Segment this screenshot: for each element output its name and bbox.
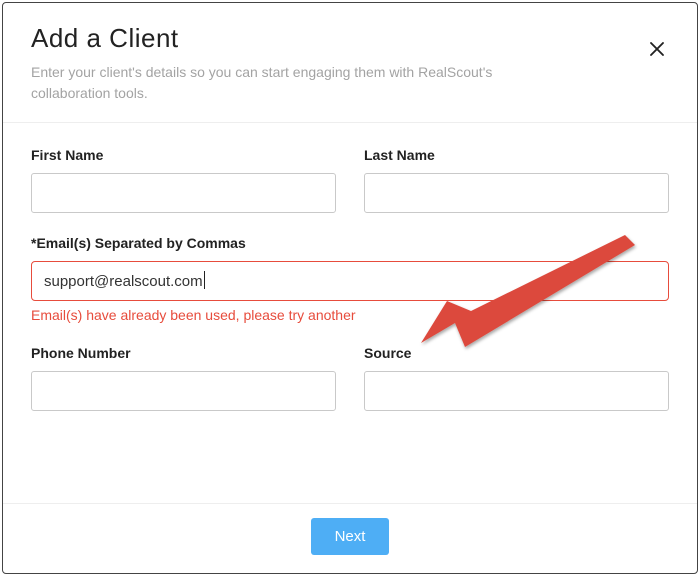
modal-footer: Next	[3, 503, 697, 573]
source-label: Source	[364, 345, 669, 361]
email-input[interactable]: support@realscout.com	[31, 261, 669, 301]
phone-label: Phone Number	[31, 345, 336, 361]
first-name-field: First Name	[31, 147, 336, 213]
email-input-value: support@realscout.com	[44, 273, 203, 290]
last-name-field: Last Name	[364, 147, 669, 213]
close-icon	[648, 40, 666, 58]
source-input[interactable]	[364, 371, 669, 411]
phone-input[interactable]	[31, 371, 336, 411]
email-error-message: Email(s) have already been used, please …	[31, 307, 669, 323]
first-name-label: First Name	[31, 147, 336, 163]
last-name-input[interactable]	[364, 173, 669, 213]
first-name-input[interactable]	[31, 173, 336, 213]
add-client-modal: Add a Client Enter your client's details…	[2, 2, 698, 574]
last-name-label: Last Name	[364, 147, 669, 163]
modal-title: Add a Client	[31, 23, 669, 54]
close-button[interactable]	[645, 37, 669, 61]
modal-header: Add a Client Enter your client's details…	[3, 3, 697, 123]
text-caret	[204, 271, 205, 289]
email-label: *Email(s) Separated by Commas	[31, 235, 669, 251]
source-field: Source	[364, 345, 669, 411]
modal-body: First Name Last Name *Email(s) Separated…	[3, 123, 697, 503]
phone-field: Phone Number	[31, 345, 336, 411]
next-button[interactable]: Next	[311, 518, 390, 555]
modal-subtitle: Enter your client's details so you can s…	[31, 62, 551, 104]
email-field: *Email(s) Separated by Commas support@re…	[31, 235, 669, 323]
